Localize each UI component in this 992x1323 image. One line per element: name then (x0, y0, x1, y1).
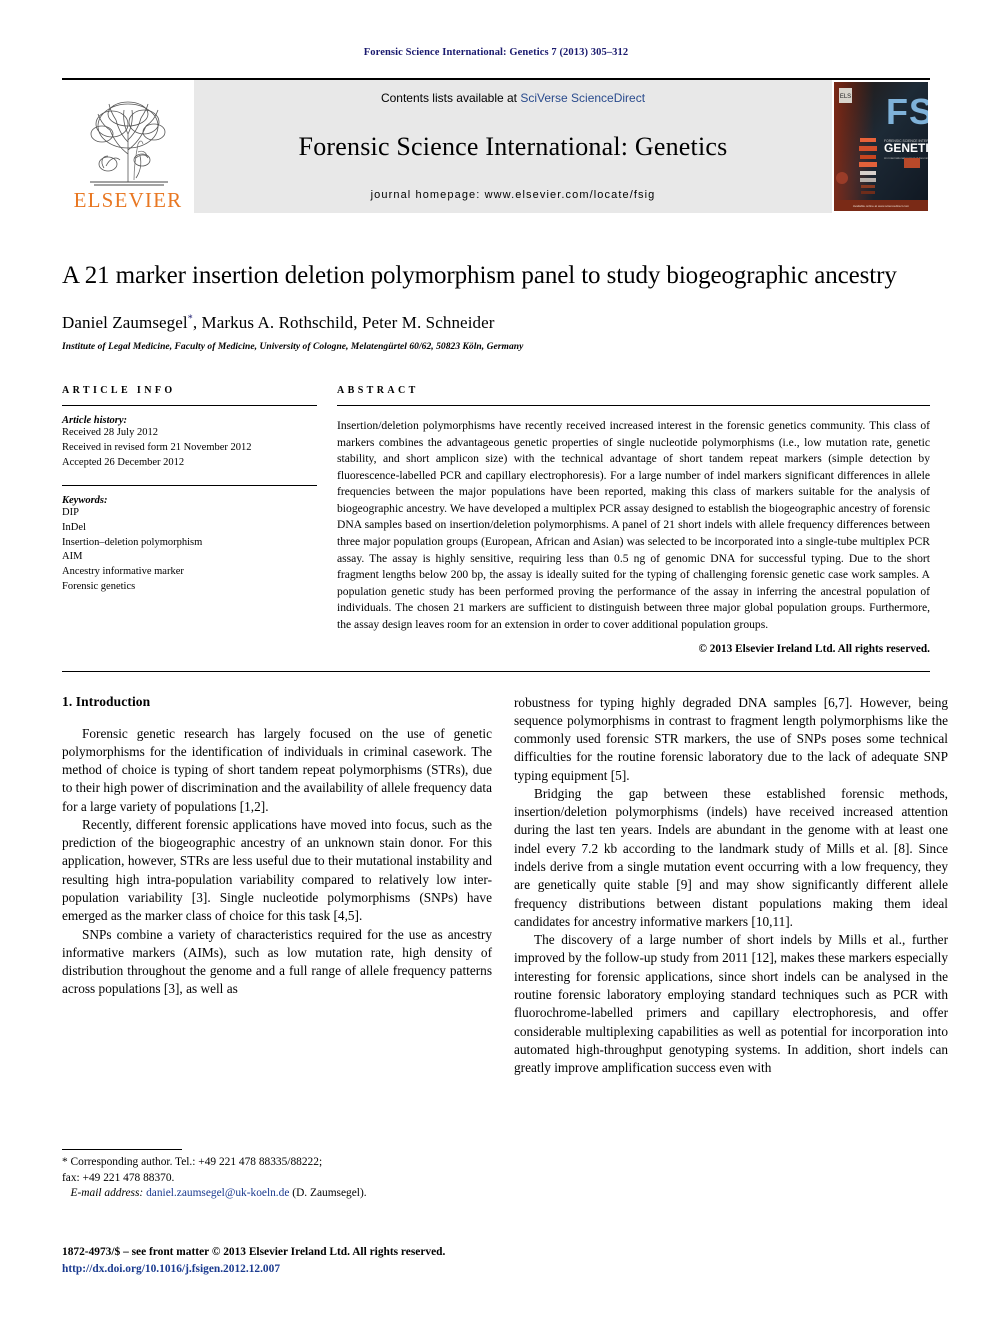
keywords-list: DIP InDel Insertion–deletion polymorphis… (62, 506, 317, 595)
history-item: Received in revised form 21 November 201… (62, 441, 252, 453)
keywords-heading: Keywords: (62, 494, 108, 506)
footnote-block: * Corresponding author. Tel.: +49 221 47… (62, 1149, 492, 1202)
journal-homepage-link[interactable]: journal homepage: www.elsevier.com/locat… (371, 189, 656, 201)
imprint-block: 1872-4973/$ – see front matter © 2013 El… (62, 1244, 512, 1277)
svg-text:GENETICS: GENETICS (884, 141, 928, 155)
email-note: E-mail address: daniel.zaumsegel@uk-koel… (62, 1186, 492, 1202)
contents-prefix: Contents lists available at (380, 91, 521, 105)
paragraph: Recently, different forensic application… (62, 816, 492, 924)
imprint-line: 1872-4973/$ – see front matter © 2013 El… (62, 1246, 446, 1258)
svg-text:Available online at www.scienc: Available online at www.sciencedirect.co… (853, 204, 910, 208)
paragraph: The discovery of a large number of short… (514, 932, 948, 1076)
body-column-right: robustness for typing highly degraded DN… (514, 694, 948, 1078)
body-column-left: 1. Introduction Forensic genetic researc… (62, 694, 492, 1078)
keyword-item: InDel (62, 521, 86, 533)
abstract-column: ABSTRACT Insertion/deletion polymorphism… (337, 385, 930, 655)
abstract-text: Insertion/deletion polymorphisms have re… (337, 419, 930, 631)
divider-rule (62, 484, 317, 486)
keyword-item: Insertion–deletion polymorphism (62, 536, 203, 548)
author-primary: Daniel Zaumsegel (62, 313, 188, 332)
history-item: Accepted 26 December 2012 (62, 456, 185, 468)
page-title: A 21 marker insertion deletion polymorph… (62, 262, 897, 289)
keyword-item: Forensic genetics (62, 581, 136, 593)
author-list: Daniel Zaumsegel*, Markus A. Rothschild,… (62, 313, 930, 333)
paragraph: Bridging the gap between these establish… (514, 785, 948, 929)
author-affiliation: Institute of Legal Medicine, Faculty of … (62, 342, 524, 352)
fsi-genetics-cover-icon: ELS FSI FORENSIC SCIENCE INTERNATIONAL G… (834, 82, 928, 211)
divider-rule (62, 405, 317, 406)
article-info-heading: ARTICLE INFO (62, 385, 176, 396)
article-info-column: ARTICLE INFO Article history: Received 2… (62, 385, 317, 655)
title-block: A 21 marker insertion deletion polymorph… (62, 260, 930, 352)
corresponding-author-note: * Corresponding author. Tel.: +49 221 47… (62, 1156, 323, 1168)
elsevier-tree-icon (90, 101, 168, 186)
svg-text:ELS: ELS (840, 94, 851, 100)
email-suffix: (D. Zaumsegel). (289, 1187, 367, 1200)
running-head: Forensic Science International: Genetics… (363, 47, 629, 58)
keyword-item: DIP (62, 506, 79, 518)
abstract-heading: ABSTRACT (337, 385, 419, 396)
svg-text:FSI: FSI (886, 91, 928, 132)
email-link[interactable]: daniel.zaumsegel@uk-koeln.de (146, 1187, 289, 1199)
info-abstract-row: ARTICLE INFO Article history: Received 2… (62, 385, 930, 655)
keyword-item: AIM (62, 551, 83, 563)
article-body: 1. Introduction Forensic genetic researc… (62, 694, 948, 1078)
journal-masthead: ELSEVIER Contents lists available at Sci… (62, 78, 930, 213)
article-history-heading: Article history: (62, 415, 128, 426)
email-label: E-mail address: (70, 1187, 144, 1200)
divider-rule (337, 405, 930, 406)
paragraph: SNPs combine a variety of characteristic… (62, 926, 492, 997)
fax-note: fax: +49 221 478 88370. (62, 1171, 175, 1184)
elsevier-logo: ELSEVIER (62, 80, 194, 213)
history-item: Received 28 July 2012 (62, 427, 158, 438)
abstract-copyright: © 2013 Elsevier Ireland Ltd. All rights … (698, 642, 930, 655)
doi-link[interactable]: http://dx.doi.org/10.1016/j.fsigen.2012.… (62, 1261, 512, 1278)
journal-title: Forensic Science International: Genetics (298, 132, 728, 161)
paragraph: robustness for typing highly degraded DN… (514, 694, 948, 783)
contents-available-line: Contents lists available at SciVerse Sci… (381, 91, 645, 105)
author-others: , Markus A. Rothschild, Peter M. Schneid… (192, 313, 495, 332)
section-title-introduction: 1. Introduction (62, 693, 151, 709)
sciencedirect-link[interactable]: SciVerse ScienceDirect (520, 91, 645, 105)
journal-banner: Contents lists available at SciVerse Sci… (194, 80, 832, 213)
paragraph: Forensic genetic research has largely fo… (62, 725, 492, 814)
abstract-bottom-rule (62, 670, 930, 672)
journal-cover-thumbnail: ELS FSI FORENSIC SCIENCE INTERNATIONAL G… (832, 80, 930, 213)
keyword-item: Ancestry informative marker (62, 566, 184, 578)
paper-page: Forensic Science International: Genetics… (0, 0, 992, 1323)
elsevier-wordmark: ELSEVIER (73, 188, 183, 212)
footnote-rule (62, 1149, 182, 1150)
